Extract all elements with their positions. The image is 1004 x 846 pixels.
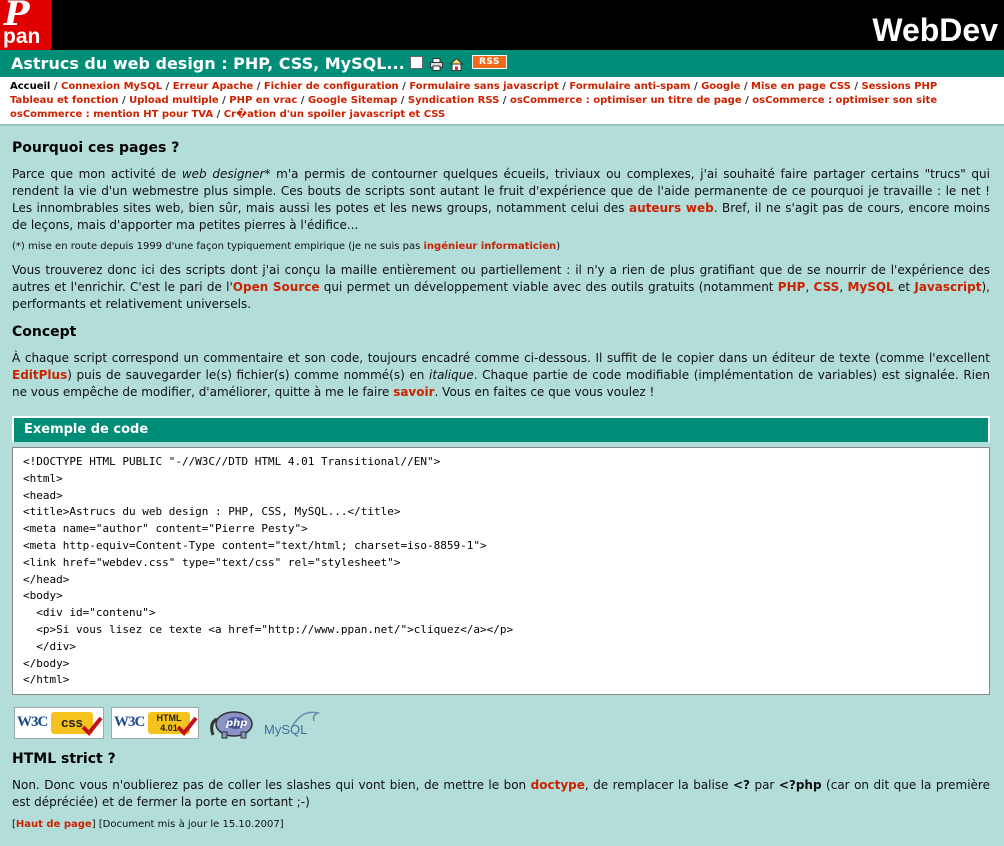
nav-link-upload-multiple[interactable]: Upload multiple: [129, 95, 219, 106]
nav-link-php-en-vrac[interactable]: PHP en vrac: [229, 95, 297, 106]
code-line: <meta name="author" content="Pierre Pest…: [23, 522, 308, 536]
title-bar: Astrucs du web design : PHP, CSS, MySQL.…: [0, 50, 1004, 77]
nav-link-google-sitemap[interactable]: Google Sitemap: [308, 95, 397, 106]
logo-text: pan: [3, 25, 41, 48]
paragraph-open-source: Vous trouverez donc ici des scripts dont…: [12, 263, 990, 311]
paragraph-concept: À chaque script correspond un commentair…: [12, 351, 990, 399]
mysql-dolphin-badge[interactable]: MySQL: [262, 707, 324, 739]
nav-link-mise-en-page-css[interactable]: Mise en page CSS: [751, 81, 851, 92]
nav-link-oscommerce-titre[interactable]: osCommerce : optimiser un titre de page: [510, 95, 742, 106]
nav-link-fichier-configuration[interactable]: Fichier de configuration: [264, 81, 399, 92]
link-css[interactable]: CSS: [814, 280, 840, 294]
heading-html-strict: HTML strict ?: [12, 751, 116, 767]
bookmark-icon[interactable]: [410, 56, 423, 69]
w3c-logo-text: W3C: [17, 714, 48, 730]
footnote: (*) mise en route depuis 1999 d'une faço…: [12, 241, 561, 252]
page-title: Astrucs du web design : PHP, CSS, MySQL.…: [11, 54, 405, 73]
nav-link-spoiler-js-css[interactable]: Cr�ation d'un spoiler javascript et CSS: [224, 109, 445, 120]
nav-link-google[interactable]: Google: [701, 81, 740, 92]
brand-title: WebDev: [872, 12, 998, 48]
checkmark-icon: [176, 716, 198, 736]
checkmark-icon: [81, 716, 103, 736]
last-updated: [Document mis à jour le 15.10.2007]: [95, 819, 284, 830]
code-line: </html>: [23, 673, 70, 687]
link-savoir[interactable]: savoir: [393, 385, 434, 399]
code-line: <title>Astrucs du web design : PHP, CSS,…: [23, 505, 401, 519]
nav-link-sessions-php[interactable]: Sessions PHP: [861, 81, 937, 92]
link-php[interactable]: PHP: [778, 280, 806, 294]
page-footer: [Haut de page] [Document mis à jour le 1…: [12, 819, 284, 830]
nav-current: Accueil: [10, 81, 51, 92]
rss-feed-button[interactable]: RSS: [472, 55, 507, 69]
paragraph-intro: Parce que mon activité de web designer* …: [12, 167, 990, 232]
link-open-source[interactable]: Open Source: [233, 280, 320, 294]
nav-link-tableau-fonction[interactable]: Tableau et fonction: [10, 95, 119, 106]
code-line: <!DOCTYPE HTML PUBLIC "-//W3C//DTD HTML …: [23, 455, 441, 468]
code-line: <body>: [23, 589, 63, 603]
link-mysql[interactable]: MySQL: [847, 280, 893, 294]
code-example-block[interactable]: <!DOCTYPE HTML PUBLIC "-//W3C//DTD HTML …: [12, 447, 990, 695]
ppan-logo[interactable]: P pan: [0, 0, 51, 50]
link-auteurs-web[interactable]: auteurs web: [629, 201, 714, 215]
link-editplus[interactable]: EditPlus: [12, 368, 67, 382]
code-line: </div>: [23, 639, 76, 653]
code-line: </head>: [23, 572, 70, 586]
nav-link-oscommerce-tva[interactable]: osCommerce : mention HT pour TVA: [10, 109, 213, 120]
breadcrumb-nav: Accueil / Connexion MySQL / Erreur Apach…: [0, 77, 1004, 124]
nav-link-connexion-mysql[interactable]: Connexion MySQL: [61, 81, 162, 92]
home-icon[interactable]: [449, 56, 464, 71]
nav-link-oscommerce-site[interactable]: osCommerce : optimiser son site: [752, 95, 937, 106]
code-line: <html>: [23, 471, 63, 485]
link-doctype[interactable]: doctype: [531, 778, 585, 792]
site-header: P pan WebDev: [0, 0, 1004, 50]
code-line: <div id="contenu">: [23, 606, 156, 620]
php-label: php: [226, 718, 248, 729]
heading-pourquoi: Pourquoi ces pages ?: [12, 140, 180, 156]
link-ingenieur[interactable]: ingénieur informaticien: [424, 241, 557, 252]
link-javascript[interactable]: Javascript: [914, 280, 981, 294]
w3c-css-badge[interactable]: W3C css: [14, 707, 104, 739]
php-elephant-badge[interactable]: php: [207, 707, 257, 739]
nav-link-erreur-apache[interactable]: Erreur Apache: [173, 81, 253, 92]
code-line: <p>Si vous lisez ce texte <a href="http:…: [23, 622, 514, 636]
main-content: Pourquoi ces pages ? Parce que mon activ…: [0, 124, 1004, 846]
nav-link-formulaire-sans-js[interactable]: Formulaire sans javascript: [409, 81, 558, 92]
w3c-html-badge[interactable]: W3C HTML 4.01: [111, 707, 199, 739]
nav-link-formulaire-anti-spam[interactable]: Formulaire anti-spam: [569, 81, 690, 92]
print-icon[interactable]: [430, 56, 443, 71]
code-line: <meta http-equiv=Content-Type content="t…: [23, 538, 487, 552]
link-haut-de-page[interactable]: Haut de page: [16, 819, 92, 830]
nav-link-syndication-rss[interactable]: Syndication RSS: [408, 95, 499, 106]
code-example-title: Exemple de code: [12, 416, 990, 442]
code-line: </body>: [23, 656, 70, 670]
w3c-logo-text: W3C: [114, 714, 145, 730]
code-line: <link href="webdev.css" type="text/css" …: [23, 555, 401, 569]
paragraph-html-strict: Non. Donc vous n'oublierez pas de coller…: [12, 778, 990, 809]
code-line: <head>: [23, 488, 63, 502]
mysql-label: MySQL: [264, 722, 308, 737]
heading-concept: Concept: [12, 324, 77, 340]
